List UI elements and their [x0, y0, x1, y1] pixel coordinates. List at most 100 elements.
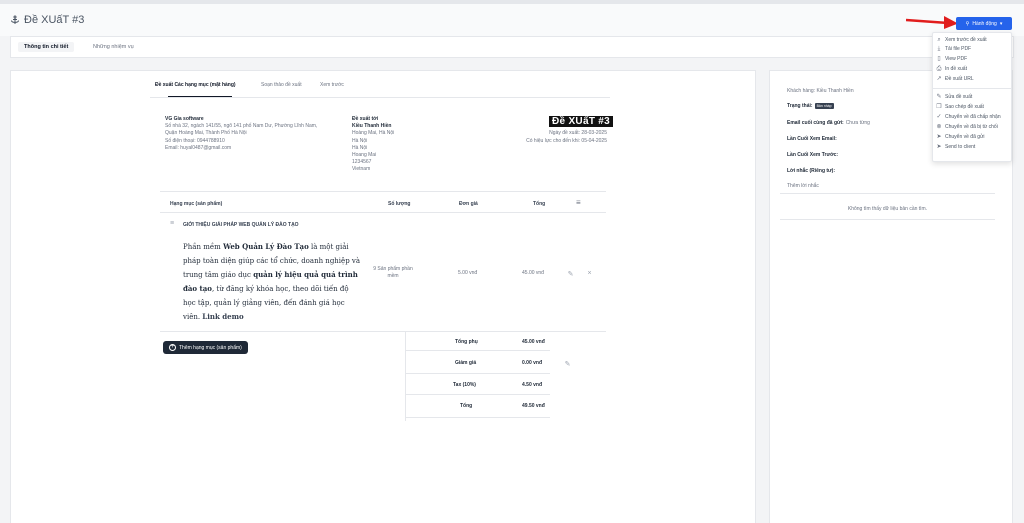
- plus-icon: +: [169, 344, 176, 351]
- menu-icon[interactable]: ≡: [576, 198, 581, 207]
- recipient-heading: Đề xuất tới: [352, 116, 379, 122]
- totals-divider: [405, 394, 550, 395]
- totals-divider: [405, 417, 550, 418]
- total-value: 49.50 vnđ: [522, 403, 545, 409]
- add-item-button[interactable]: + Thêm hạng mục (sản phẩm): [163, 341, 248, 354]
- actions-button[interactable]: ⚲ Hành động ▾: [956, 17, 1012, 30]
- x-circle-icon: ⊗: [936, 124, 942, 130]
- seller-address-2: Quận Hoàng Mai, Thành Phố Hà Nội: [165, 130, 247, 137]
- totals-left-border: [405, 331, 406, 421]
- seller-phone: Số điện thoại: 0944788910: [165, 137, 225, 144]
- menu-item-rejected[interactable]: ⊗ Chuyển về đã bị từ chối: [936, 124, 997, 130]
- proposal-number-badge: Đề XUấT #3: [549, 116, 614, 127]
- subtab-draft[interactable]: Soạn thảo đề xuất: [261, 82, 302, 88]
- recipient-line: Hoàng Mai, Hà Nội: [352, 130, 395, 137]
- close-icon[interactable]: ×: [585, 269, 594, 278]
- last-email-row: Email cuối cùng đã gửi: Chưa từng: [787, 120, 870, 126]
- discount-value: 0.00 vnđ: [522, 360, 543, 366]
- col-qty: Số lượng: [388, 201, 411, 207]
- totals-divider: [405, 350, 550, 351]
- col-price: Đơn giá: [459, 201, 478, 207]
- discount-label: Giảm giá: [455, 360, 477, 366]
- sidebar-divider: [780, 219, 995, 220]
- download-icon: ⤓: [937, 46, 941, 52]
- search-icon: ⌕: [937, 37, 941, 43]
- recipient-block: Đề xuất tới Kiều Thanh Hiền Hoàng Mai, H…: [352, 116, 394, 174]
- subtotal-value: 45.00 vnđ: [522, 339, 545, 345]
- totals-divider: [405, 373, 550, 374]
- proposal-valid-until: Có hiệu lực cho đến khi: 05-04-2025: [526, 138, 607, 144]
- status-row: Trạng thái: Bản nháp: [787, 103, 834, 109]
- add-reminder-link[interactable]: Thêm lời nhắc: [787, 183, 819, 189]
- menu-item-accepted[interactable]: ✓ Chuyển về đã chấp nhận: [936, 114, 1000, 120]
- menu-separator: [932, 88, 1012, 89]
- tab-details[interactable]: Thông tin chi tiết: [18, 42, 75, 52]
- seller-address-1: Số nhà 32, ngách 141/55, ngõ 141 phố Nam…: [165, 123, 318, 130]
- status-badge: Bản nháp: [814, 103, 834, 109]
- seller-block: VG Gia software Số nhà 32, ngách 141/55,…: [165, 116, 317, 152]
- menu-item-send-client[interactable]: ➤ Send to client: [936, 144, 975, 150]
- recipient-line: Vietnam: [352, 166, 371, 173]
- external-link-icon: ↗: [936, 76, 942, 82]
- drag-handle-icon[interactable]: ≡: [170, 220, 174, 227]
- table-header-divider: [160, 212, 606, 213]
- edit-discount-icon[interactable]: ✎: [563, 359, 572, 368]
- recipient-line: Hà Nội: [352, 144, 368, 151]
- menu-item-preview[interactable]: ⌕ Xem trước đề xuất: [936, 37, 986, 43]
- menu-item-view-pdf[interactable]: ▯ View PDF: [936, 56, 967, 62]
- printer-icon: ⎙: [936, 66, 942, 72]
- row-divider: [160, 331, 606, 332]
- send-icon: ➤: [936, 134, 942, 140]
- subtab-view[interactable]: Xem trước: [320, 82, 344, 88]
- tax-label: Tax (10%): [453, 382, 476, 388]
- item-price: 5.00 vnđ: [458, 270, 478, 276]
- demo-link[interactable]: Link demo: [202, 312, 243, 321]
- check-circle-icon: ✓: [936, 114, 942, 120]
- subtab-items[interactable]: Đề xuất Các hạng mục (mặt hàng): [155, 82, 236, 88]
- title-text: Đề XUấT #3: [24, 14, 85, 26]
- file-icon: ▯: [937, 56, 941, 62]
- menu-item-print[interactable]: ⎙ In đề xuất: [936, 66, 967, 72]
- recipient-name: Kiều Thanh Hiền: [352, 123, 392, 130]
- recipient-line: 1234567: [352, 159, 372, 166]
- subtab-divider: [150, 97, 610, 98]
- menu-item-edit[interactable]: ✎ Sửa đề xuất: [936, 94, 972, 100]
- item-qty: 9 Sản phẩm phần mềm: [373, 266, 413, 280]
- total-label: Tổng: [460, 403, 473, 409]
- item-title: GIỚI THIỆU GIẢI PHÁP WEB QUẢN LÝ ĐÀO TẠO: [183, 222, 299, 228]
- customer-info: Khách hàng: Kiều Thanh Hiền: [787, 88, 854, 94]
- recipient-line: Hà Nội: [352, 137, 368, 144]
- proposal-date: Ngày đề xuất: 28-03-2025: [549, 130, 607, 136]
- seller-email: Email: huyal0487@gmail.com: [165, 144, 232, 151]
- menu-item-download-pdf[interactable]: ⤓ Tải file PDF: [936, 46, 971, 52]
- no-data-message: Không tìm thấy dữ liệu bản cần tìm.: [847, 206, 928, 212]
- edit-icon: ✎: [936, 94, 942, 100]
- item-description: Phần mềm Web Quản Lý Đào Tạo là một giải…: [183, 242, 361, 321]
- table-top-divider: [160, 191, 606, 192]
- sidebar-divider: [780, 193, 995, 194]
- chevron-down-icon: ▾: [999, 20, 1003, 27]
- send-icon: ➤: [936, 144, 942, 150]
- anchor-icon: [11, 15, 19, 24]
- page-header: [0, 4, 1024, 36]
- col-item: Hạng mục (sản phẩm): [170, 201, 223, 207]
- tab-tasks[interactable]: Những nhiệm vụ: [87, 42, 140, 52]
- last-view-prev: Lần Cuối Xem Trước:: [787, 152, 839, 158]
- page-title: Đề XUấT #3: [10, 14, 84, 26]
- copy-icon: ❐: [936, 104, 942, 110]
- col-total: Tổng: [533, 201, 546, 207]
- menu-item-sent[interactable]: ➤ Chuyển về đã gửi: [936, 134, 984, 140]
- red-arrow-icon: [905, 15, 958, 31]
- tabs-bar: [10, 36, 1014, 58]
- key-icon: ⚲: [965, 20, 970, 27]
- menu-item-copy[interactable]: ❐ Sao chép đề xuất: [936, 104, 984, 110]
- tax-value: 4.50 vnđ: [522, 382, 543, 388]
- last-view-email: Lần Cuối Xem Email:: [787, 136, 837, 142]
- reminder-label: Lời nhắc (Riêng tư):: [787, 168, 836, 174]
- recipient-line: Hoang Mai: [352, 152, 377, 159]
- seller-name: VG Gia software: [165, 116, 204, 122]
- item-total: 45.00 vnđ: [522, 270, 544, 276]
- menu-item-url[interactable]: ↗ Đề xuất URL: [936, 76, 973, 82]
- subtotal-label: Tổng phụ: [455, 339, 478, 345]
- edit-icon[interactable]: ✎: [566, 269, 575, 278]
